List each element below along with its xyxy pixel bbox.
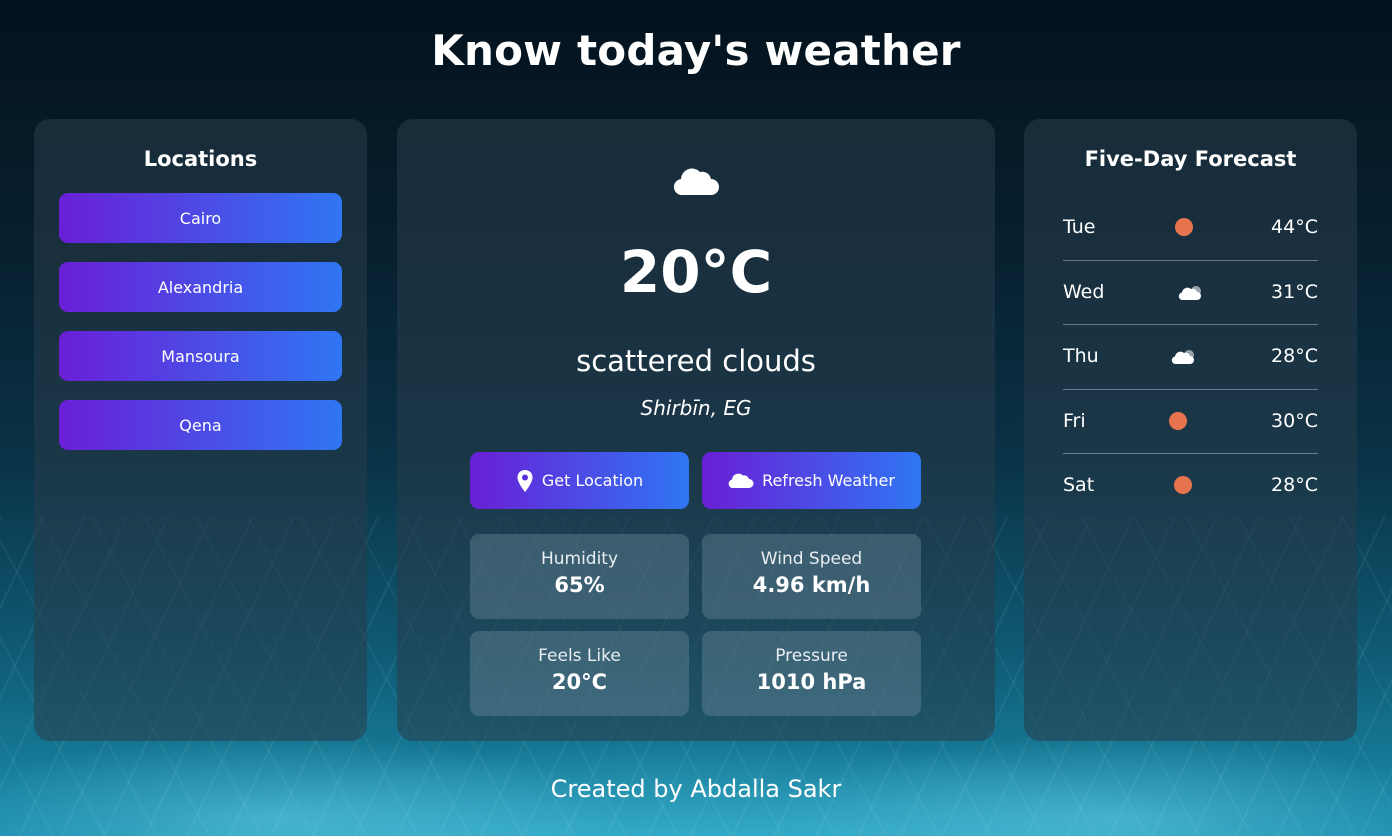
sun-icon (1175, 218, 1193, 236)
forecast-row: Fri 30°C (1063, 390, 1318, 454)
forecast-day: Thu (1063, 345, 1099, 367)
get-location-button[interactable]: Get Location (470, 452, 689, 509)
locations-card: Locations Cairo Alexandria Mansoura Qena (34, 119, 367, 741)
page-title: Know today's weather (431, 26, 961, 75)
refresh-weather-label: Refresh Weather (762, 471, 895, 490)
location-button-mansoura[interactable]: Mansoura (59, 331, 342, 381)
forecast-day: Fri (1063, 409, 1086, 432)
forecast-temp: 28°C (1271, 345, 1318, 367)
forecast-temp: 28°C (1271, 474, 1318, 496)
locations-title: Locations (143, 147, 258, 171)
forecast-day: Sat (1063, 474, 1095, 496)
humidity-stat: Humidity 65% (470, 534, 689, 619)
forecast-row: Sat 28°C (1063, 454, 1318, 518)
wind-speed-value: 4.96 km/h (752, 573, 871, 597)
forecast-day: Wed (1063, 280, 1105, 303)
pressure-stat: Pressure 1010 hPa (702, 631, 921, 716)
humidity-value: 65% (554, 573, 605, 597)
humidity-label: Humidity (540, 549, 619, 569)
map-pin-icon (517, 469, 533, 492)
forecast-temp: 30°C (1271, 409, 1318, 432)
forecast-list: Tue 44°C Wed 31°C Thu 28°C Fri 30°C Sat … (1063, 196, 1318, 518)
pressure-label: Pressure (775, 646, 848, 666)
location-button-qena[interactable]: Qena (59, 400, 342, 450)
location-button-cairo[interactable]: Cairo (59, 193, 342, 243)
wind-speed-stat: Wind Speed 4.96 km/h (702, 534, 921, 619)
refresh-weather-button[interactable]: Refresh Weather (702, 452, 921, 509)
forecast-row: Thu 28°C (1063, 325, 1318, 390)
forecast-title: Five-Day Forecast (1084, 147, 1297, 171)
forecast-row: Wed 31°C (1063, 261, 1318, 325)
footer-credit: Created by Abdalla Sakr (550, 775, 842, 803)
feels-like-label: Feels Like (538, 646, 621, 666)
locations-list: Cairo Alexandria Mansoura Qena (59, 193, 342, 450)
feels-like-value: 20°C (551, 670, 608, 694)
forecast-temp: 44°C (1271, 216, 1318, 238)
cloud-icon (673, 168, 719, 196)
sun-icon (1169, 411, 1187, 430)
location-button-alexandria[interactable]: Alexandria (59, 262, 342, 312)
current-temperature: 20°C (619, 238, 773, 306)
cloud-icon (1178, 285, 1201, 300)
forecast-temp: 31°C (1271, 280, 1318, 303)
get-location-label: Get Location (541, 471, 644, 490)
pressure-value: 1010 hPa (756, 670, 867, 694)
location-name: Shirbīn, EG (640, 396, 752, 420)
cloud-icon (728, 473, 754, 488)
wind-speed-label: Wind Speed (760, 549, 863, 569)
feels-like-stat: Feels Like 20°C (470, 631, 689, 716)
weather-description: scattered clouds (576, 344, 816, 378)
sun-icon (1174, 476, 1192, 494)
forecast-day: Tue (1063, 216, 1096, 238)
cloud-icon (1171, 350, 1194, 364)
forecast-row: Tue 44°C (1063, 196, 1318, 261)
